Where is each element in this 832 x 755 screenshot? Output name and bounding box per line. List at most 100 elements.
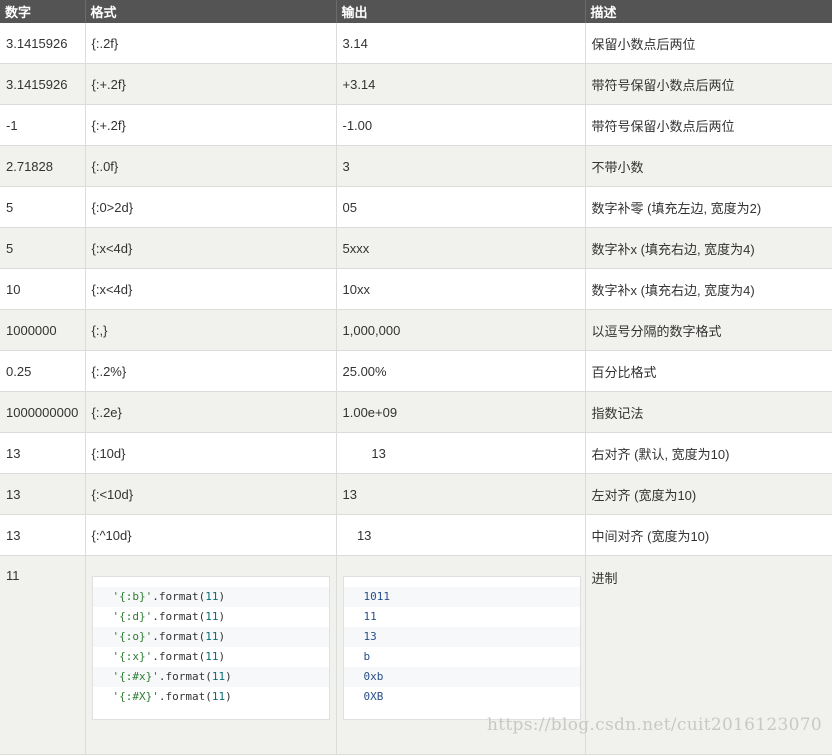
cell-number: 5 <box>0 186 86 228</box>
cell-output: 13 <box>336 473 586 515</box>
cell-number: -1 <box>0 104 86 146</box>
code-string: '{:#x}' <box>112 670 159 683</box>
table-row: 0.25 {:.2%} 25.00% 百分比格式 <box>0 350 832 392</box>
code-paren: ) <box>218 610 226 623</box>
cell-format: {:<10d} <box>85 473 337 515</box>
code-line: '{:d}'.format(11) <box>92 607 329 627</box>
code-paren: ) <box>218 590 226 603</box>
cell-number: 3.1415926 <box>0 23 86 64</box>
output-line: 13 <box>343 627 580 647</box>
header-output: 输出 <box>336 0 586 23</box>
table-row: 2.71828 {:.0f} 3 不带小数 <box>0 145 832 187</box>
code-line: '{:b}'.format(11) <box>92 587 329 607</box>
table-row: 10 {:x<4d} 10xx 数字补x (填充右边, 宽度为4) <box>0 268 832 310</box>
cell-description: 百分比格式 <box>585 350 832 392</box>
table-row: 13 {:<10d} 13 左对齐 (宽度为10) <box>0 473 832 515</box>
cell-description: 左对齐 (宽度为10) <box>585 473 832 515</box>
watermark: https://blog.csdn.net/cuit2016123070 <box>487 715 822 735</box>
code-method: .format( <box>152 590 206 603</box>
cell-description: 带符号保留小数点后两位 <box>585 104 832 146</box>
code-paren: ) <box>225 670 232 683</box>
code-paren: ) <box>218 650 226 663</box>
table-row: -1 {:+.2f} -1.00 带符号保留小数点后两位 <box>0 104 832 146</box>
cell-output: 3 <box>336 145 586 187</box>
cell-number: 13 <box>0 514 86 556</box>
cell-number: 10 <box>0 268 86 310</box>
header-format: 格式 <box>85 0 337 23</box>
cell-format: {:0>2d} <box>85 186 337 228</box>
cell-number: 3.1415926 <box>0 63 86 105</box>
header-description: 描述 <box>585 0 832 23</box>
code-string: '{:o}' <box>112 630 153 643</box>
code-method: .format( <box>152 610 206 623</box>
code-argument: 11 <box>205 590 219 603</box>
cell-number: 0.25 <box>0 350 86 392</box>
code-string: '{:#X}' <box>112 690 159 703</box>
cell-format: {:.0f} <box>85 145 337 187</box>
output-line: 0XB <box>343 687 580 707</box>
code-line: '{:#x}'.format(11) <box>92 667 329 687</box>
cell-format: {:,} <box>85 309 337 351</box>
code-string: '{:x}' <box>112 650 153 663</box>
table-row: 13 {:10d} 13 右对齐 (默认, 宽度为10) <box>0 432 832 474</box>
cell-description: 带符号保留小数点后两位 <box>585 63 832 105</box>
cell-output: -1.00 <box>336 104 586 146</box>
cell-description: 以逗号分隔的数字格式 <box>585 309 832 351</box>
cell-description: 右对齐 (默认, 宽度为10) <box>585 432 832 474</box>
code-line: '{:o}'.format(11) <box>92 627 329 647</box>
table-row: 13 {:^10d} 13 中间对齐 (宽度为10) <box>0 514 832 556</box>
cell-format: {:x<4d} <box>85 268 337 310</box>
cell-number: 1000000000 <box>0 391 86 433</box>
code-string: '{:d}' <box>112 610 153 623</box>
cell-format: {:10d} <box>85 432 337 474</box>
cell-description: 数字补x (填充右边, 宽度为4) <box>585 268 832 310</box>
cell-description: 中间对齐 (宽度为10) <box>585 514 832 556</box>
cell-number: 5 <box>0 227 86 269</box>
cell-output: 1.00e+09 <box>336 391 586 433</box>
cell-output: 13 <box>336 432 586 474</box>
cell-output: 3.14 <box>336 23 586 64</box>
cell-description: 指数记法 <box>585 391 832 433</box>
code-method: .format( <box>152 630 206 643</box>
code-line: '{:#X}'.format(11) <box>92 687 329 707</box>
cell-format: {:.2f} <box>85 23 337 64</box>
cell-output: 1,000,000 <box>336 309 586 351</box>
table-row: 3.1415926 {:.2f} 3.14 保留小数点后两位 <box>0 23 832 64</box>
output-line: 0xb <box>343 667 580 687</box>
cell-format: {:+.2f} <box>85 63 337 105</box>
cell-description: 数字补零 (填充左边, 宽度为2) <box>585 186 832 228</box>
code-method: .format( <box>152 650 206 663</box>
code-line: '{:x}'.format(11) <box>92 647 329 667</box>
code-paren: ) <box>218 630 226 643</box>
cell-format: {:.2e} <box>85 391 337 433</box>
cell-output: 5xxx <box>336 227 586 269</box>
code-block-output: 1011 11 13 b 0xb 0XB <box>342 576 581 720</box>
cell-number: 2.71828 <box>0 145 86 187</box>
header-number: 数字 <box>0 0 86 23</box>
cell-output: 05 <box>336 186 586 228</box>
format-table: 数字 格式 输出 描述 3.1415926 {:.2f} 3.14 保留小数点后两位 3… <box>0 0 832 755</box>
table-body: 3.1415926 {:.2f} 3.14 保留小数点后两位 3.1415926 {:+.… <box>0 23 832 755</box>
cell-description: 不带小数 <box>585 145 832 187</box>
cell-output: +3.14 <box>336 63 586 105</box>
cell-number: 11 <box>0 555 86 755</box>
output-line: 1011 <box>343 587 580 607</box>
cell-output: 13 <box>336 514 586 556</box>
code-string: '{:b}' <box>112 590 153 603</box>
cell-format: '{:b}'.format(11) '{:d}'.format(11) '{:o}'… <box>85 555 337 755</box>
cell-format: {:+.2f} <box>85 104 337 146</box>
table-row: 5 {:x<4d} 5xxx 数字补x (填充右边, 宽度为4) <box>0 227 832 269</box>
code-method: .format( <box>158 670 212 683</box>
cell-output: 25.00% <box>336 350 586 392</box>
table-header: 数字 格式 输出 描述 <box>0 0 832 23</box>
cell-output: 10xx <box>336 268 586 310</box>
cell-number: 13 <box>0 432 86 474</box>
code-block-format: '{:b}'.format(11) '{:d}'.format(11) '{:o}'… <box>91 576 330 720</box>
output-line: b <box>343 647 580 667</box>
cell-description: 数字补x (填充右边, 宽度为4) <box>585 227 832 269</box>
cell-number: 1000000 <box>0 309 86 351</box>
code-argument: 11 <box>205 630 219 643</box>
cell-format: {:x<4d} <box>85 227 337 269</box>
table-row: 1000000 {:,} 1,000,000 以逗号分隔的数字格式 <box>0 309 832 351</box>
output-line: 11 <box>343 607 580 627</box>
